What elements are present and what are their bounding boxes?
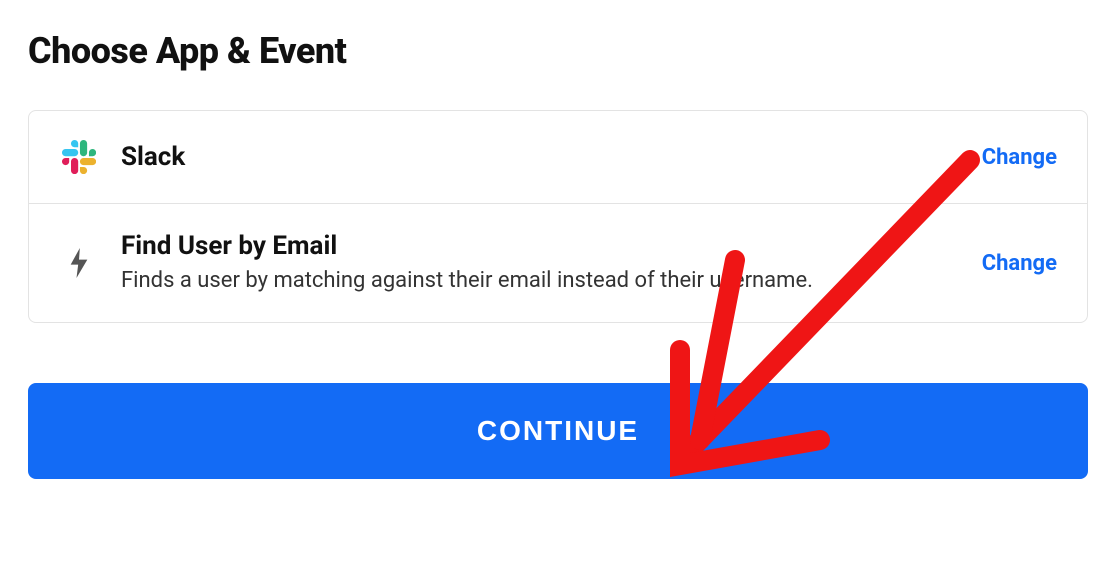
bolt-icon [59,243,99,283]
event-row: Find User by Email Finds a user by match… [29,203,1087,322]
change-app-link[interactable]: Change [982,145,1057,170]
page-title: Choose App & Event [28,30,1088,72]
event-title: Find User by Email [121,230,960,263]
slack-icon [59,137,99,177]
continue-button[interactable]: CONTINUE [28,383,1088,479]
app-event-card: Slack Change Find User by Email Finds a … [28,110,1088,323]
app-row: Slack Change [29,111,1087,203]
event-description: Finds a user by matching against their e… [121,265,960,297]
change-event-link[interactable]: Change [982,251,1057,276]
app-name: Slack [121,141,960,174]
